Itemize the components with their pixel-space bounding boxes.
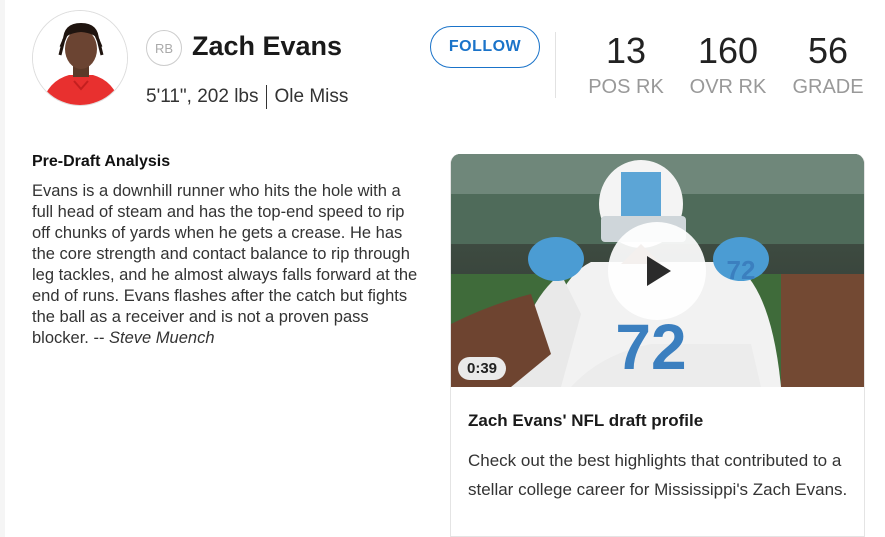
stat-label: POS RK — [588, 76, 664, 98]
video-thumbnail[interactable]: 72 72 0:39 — [451, 154, 864, 387]
jersey-number: 72 — [615, 311, 686, 383]
player-headshot-image — [33, 11, 127, 105]
stat-value: 13 — [605, 30, 647, 71]
player-info: 5'11", 202 lbs Ole Miss — [146, 85, 348, 109]
video-card[interactable]: 72 72 0:39 Zach Evans' NFL draft profile… — [450, 154, 865, 537]
player-school[interactable]: Ole Miss — [275, 86, 349, 108]
follow-button[interactable]: FOLLOW — [430, 26, 540, 68]
stat-grade: 56 GRADE — [782, 30, 874, 99]
video-title[interactable]: Zach Evans' NFL draft profile — [468, 411, 703, 431]
play-icon — [647, 256, 671, 286]
analysis-title: Pre-Draft Analysis — [32, 153, 171, 170]
stat-label: GRADE — [792, 76, 864, 98]
stats-divider — [555, 32, 556, 98]
analysis-body: Evans is a downhill runner who hits the … — [32, 181, 424, 349]
position-badge: RB — [146, 30, 182, 66]
analysis-author: Steve Muench — [109, 329, 215, 347]
stat-pos-rank: 13 POS RK — [580, 30, 672, 99]
play-button[interactable] — [608, 222, 706, 320]
player-name: Zach Evans — [192, 31, 343, 61]
stat-label: OVR RK — [689, 76, 767, 98]
player-headshot[interactable] — [32, 10, 128, 106]
analysis-text: Evans is a downhill runner who hits the … — [32, 182, 418, 347]
stat-ovr-rank: 160 OVR RK — [682, 30, 774, 99]
sleeve-number: 72 — [727, 255, 756, 285]
player-measurables: 5'11", 202 lbs — [146, 86, 259, 107]
video-description: Check out the best highlights that contr… — [468, 451, 848, 499]
stat-value: 56 — [807, 30, 849, 71]
stat-value: 160 — [697, 30, 759, 71]
info-divider — [265, 85, 267, 109]
player-card: RB Zach Evans 5'11", 202 lbs Ole Miss FO… — [5, 0, 885, 537]
video-duration: 0:39 — [458, 357, 507, 380]
